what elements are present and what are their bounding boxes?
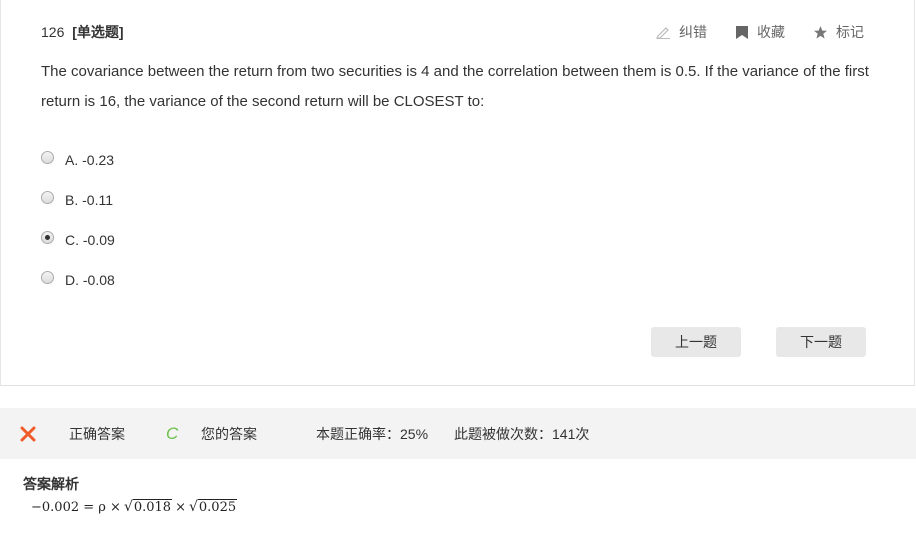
answer-stats-bar: 正确答案 C 您的答案 本题正确率：25% 此题被做次数：141次 bbox=[0, 408, 916, 459]
analysis-title: 答案解析 bbox=[23, 476, 79, 492]
sqrt-symbol: √ bbox=[123, 499, 133, 515]
question-type: [单选题] bbox=[72, 24, 124, 40]
question-toolbar: 纠错 收藏 标记 bbox=[628, 22, 864, 42]
sqrt-symbol: √ bbox=[188, 499, 198, 515]
mark-button[interactable]: 标记 bbox=[813, 22, 864, 42]
option-a-label: A. -0.23 bbox=[65, 152, 115, 168]
wrong-mark bbox=[20, 408, 36, 459]
question-text: The covariance between the return from t… bbox=[41, 63, 869, 110]
analysis-formula: −0.002 = ρ × √ 0.018 × √ 0.025 bbox=[31, 499, 238, 515]
formula-lhs: −0.002 = ρ × bbox=[31, 499, 121, 515]
accuracy-rate: 本题正确率：25% bbox=[316, 425, 429, 442]
x-mark-icon bbox=[20, 426, 36, 441]
prev-question-button[interactable]: 上一题 bbox=[651, 327, 741, 357]
option-d-label: D. -0.08 bbox=[65, 272, 115, 288]
question-header: 126 [单选题] bbox=[41, 22, 124, 42]
option-a-radio[interactable] bbox=[41, 150, 54, 164]
question-card: 126 [单选题] 纠错 收藏 标记 The covariance betwee… bbox=[0, 0, 915, 386]
pencil-icon bbox=[656, 27, 670, 39]
next-question-button[interactable]: 下一题 bbox=[776, 327, 866, 357]
correct-answer-label: 正确答案 bbox=[69, 425, 125, 442]
report-error-label: 纠错 bbox=[679, 24, 707, 40]
attempt-count: 此题被做次数：141次 bbox=[454, 425, 590, 442]
correct-answer-value: C bbox=[166, 423, 179, 443]
favorite-button[interactable]: 收藏 bbox=[735, 22, 785, 42]
option-c-label: C. -0.09 bbox=[65, 232, 115, 248]
sqrt-radicand-1: 0.018 bbox=[132, 499, 173, 515]
your-answer-label: 您的答案 bbox=[201, 425, 257, 442]
option-d-radio[interactable] bbox=[41, 270, 54, 284]
option-d[interactable]: D. -0.08 bbox=[41, 270, 115, 288]
option-b-label: B. -0.11 bbox=[65, 192, 113, 208]
sqrt-term-2: √ 0.025 bbox=[188, 499, 238, 515]
formula-times: × bbox=[175, 499, 186, 515]
question-number: 126 bbox=[41, 24, 65, 40]
option-a[interactable]: A. -0.23 bbox=[41, 150, 115, 168]
favorite-label: 收藏 bbox=[757, 24, 785, 40]
option-c-radio[interactable] bbox=[41, 230, 54, 244]
report-error-button[interactable]: 纠错 bbox=[656, 22, 707, 42]
bookmark-icon bbox=[736, 25, 748, 39]
option-b-radio[interactable] bbox=[41, 190, 54, 204]
mark-label: 标记 bbox=[836, 24, 864, 40]
sqrt-radicand-2: 0.025 bbox=[197, 499, 238, 515]
option-b[interactable]: B. -0.11 bbox=[41, 190, 113, 208]
star-icon bbox=[814, 25, 827, 39]
option-c[interactable]: C. -0.09 bbox=[41, 230, 115, 248]
sqrt-term-1: √ 0.018 bbox=[123, 499, 173, 515]
